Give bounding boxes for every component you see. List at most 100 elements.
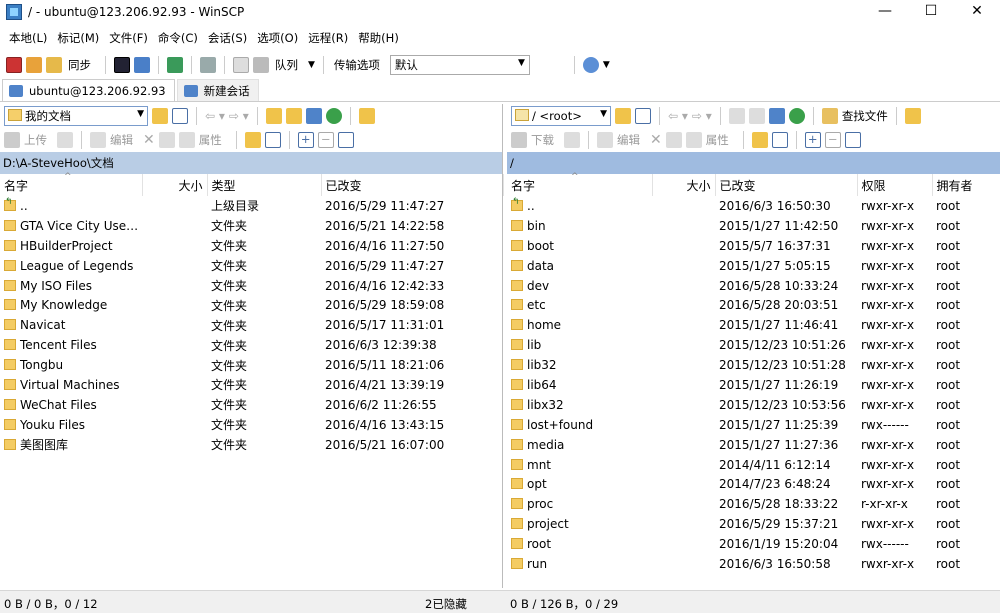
download-options-icon[interactable] [564,132,580,148]
select-minus-icon[interactable]: − [824,132,841,148]
col-size[interactable]: 大小 [652,174,716,196]
file-name-cell[interactable]: etc [507,295,652,315]
minimize-button[interactable]: — [862,0,908,24]
file-name-cell[interactable]: dev [507,276,652,296]
menu-local[interactable]: 本地(L) [4,30,52,46]
edit-button[interactable]: 编辑 [110,132,133,148]
table-row[interactable]: lib64 2015/1/27 11:26:19 rwxr-xr-x root [507,375,1000,395]
table-row[interactable]: mnt 2014/4/11 6:12:14 rwxr-xr-x root [507,455,1000,475]
upload-icon[interactable] [4,132,20,148]
close-button[interactable]: ✕ [954,0,1000,24]
properties-icon[interactable] [178,132,195,148]
file-name-cell[interactable]: root [507,534,652,554]
back-arrow-icon[interactable]: ⇦ ▾ [205,109,225,123]
file-name-cell[interactable]: Virtual Machines [0,375,142,395]
table-row[interactable]: Virtual Machines 文件夹 2016/4/21 13:39:19 [0,375,503,395]
synchronize-icon[interactable] [46,57,62,73]
file-name-cell[interactable]: .. [0,196,142,216]
select-minus-icon[interactable]: − [317,132,334,148]
table-row[interactable]: lib 2015/12/23 10:51:26 rwxr-xr-x root [507,335,1000,355]
open-folder-icon[interactable] [615,108,631,124]
delete-icon[interactable]: ✕ [143,132,155,148]
file-name-cell[interactable]: Tencent Files [0,335,142,355]
file-name-cell[interactable]: lib32 [507,355,652,375]
file-name-cell[interactable]: bin [507,216,652,236]
file-name-cell[interactable]: lib [507,335,652,355]
file-name-cell[interactable]: run [507,554,652,574]
table-row[interactable]: My Knowledge 文件夹 2016/5/29 18:59:08 [0,295,503,315]
file-name-cell[interactable]: lost+found [507,415,652,435]
file-name-cell[interactable]: home [507,315,652,335]
col-size[interactable]: 大小 [142,174,208,196]
parent-dir-icon[interactable] [728,108,745,124]
download-button[interactable]: 下载 [531,132,554,148]
table-row[interactable]: Navicat 文件夹 2016/5/17 11:31:01 [0,315,503,335]
table-row[interactable]: .. 上级目录 2016/5/29 11:47:27 [0,196,503,216]
table-row[interactable]: etc 2016/5/28 20:03:51 rwxr-xr-x root [507,295,1000,315]
home-icon[interactable] [768,108,785,124]
table-row[interactable]: Tongbu 文件夹 2016/5/11 18:21:06 [0,355,503,375]
file-name-cell[interactable]: Navicat [0,315,142,335]
local-location-select[interactable]: 我的文档 ▼ [4,106,148,126]
home-icon[interactable] [305,108,322,124]
refresh-icon[interactable] [788,108,805,124]
file-name-cell[interactable]: .. [507,196,652,216]
file-name-cell[interactable]: 美图图库 [0,435,142,455]
menu-session[interactable]: 会话(S) [203,30,252,46]
file-name-cell[interactable]: HBuilderProject [0,236,142,256]
menu-help[interactable]: 帮助(H) [353,30,404,46]
properties-button[interactable]: 属性 [199,132,222,148]
rename-icon[interactable] [665,132,682,148]
compare-dirs-icon[interactable] [6,57,22,73]
table-row[interactable]: 美图图库 文件夹 2016/5/21 16:07:00 [0,435,503,455]
table-row[interactable]: WeChat Files 文件夹 2016/6/2 11:26:55 [0,395,503,415]
table-row[interactable]: .. 2016/6/3 16:50:30 rwxr-xr-x root [507,196,1000,216]
filter-icon[interactable] [635,108,651,124]
col-changed[interactable]: 已改变 [321,174,504,196]
select-plus-icon[interactable]: + [804,132,821,148]
col-type[interactable]: 类型 [207,174,322,196]
delete-icon[interactable]: ✕ [650,132,662,148]
table-row[interactable]: My ISO Files 文件夹 2016/4/16 12:42:33 [0,276,503,296]
filter-select-icon[interactable] [337,132,354,148]
preferences-gear-icon[interactable] [200,57,216,73]
sync-browse-icon[interactable] [26,57,42,73]
terminal-icon[interactable] [114,57,130,73]
rename-icon[interactable] [158,132,175,148]
menu-remote[interactable]: 远程(R) [303,30,353,46]
table-row[interactable]: run 2016/6/3 16:50:58 rwxr-xr-x root [507,554,1000,574]
table-row[interactable]: project 2016/5/29 15:37:21 rwxr-xr-x root [507,514,1000,534]
forward-arrow-icon[interactable]: ⇨ ▾ [229,109,249,123]
queue-list-icon[interactable] [253,57,269,73]
menu-mark[interactable]: 标记(M) [52,30,104,46]
table-row[interactable]: media 2015/1/27 11:27:36 rwxr-xr-x root [507,435,1000,455]
file-name-cell[interactable]: media [507,435,652,455]
globe-icon[interactable] [582,57,599,73]
new-folder-icon[interactable] [244,132,261,148]
table-row[interactable]: libx32 2015/12/23 10:53:56 rwxr-xr-x root [507,395,1000,415]
col-name[interactable]: 名字 ^ [0,172,143,196]
menu-file[interactable]: 文件(F) [104,30,153,46]
table-row[interactable]: lost+found 2015/1/27 11:25:39 rwx------ roo… [507,415,1000,435]
file-name-cell[interactable]: WeChat Files [0,395,142,415]
download-icon[interactable] [511,132,527,148]
table-row[interactable]: boot 2015/5/7 16:37:31 rwxr-xr-x root [507,236,1000,256]
remote-location-select[interactable]: / <root> ▼ [511,106,611,126]
table-row[interactable]: root 2016/1/19 15:20:04 rwx------ root [507,534,1000,554]
edit-button[interactable]: 编辑 [617,132,640,148]
file-name-cell[interactable]: My ISO Files [0,276,142,296]
hidden-count[interactable]: 2已隐藏 [425,596,467,612]
col-rights[interactable]: 权限 [857,174,933,196]
edit-icon[interactable] [90,132,106,148]
filter-select-icon[interactable] [844,132,861,148]
table-row[interactable]: proc 2016/5/28 18:33:22 r-xr-xr-x root [507,494,1000,514]
table-row[interactable]: opt 2014/7/23 6:48:24 rwxr-xr-x root [507,474,1000,494]
find-files-button[interactable]: 查找文件 [842,108,888,124]
table-row[interactable]: lib32 2015/12/23 10:51:28 rwxr-xr-x root [507,355,1000,375]
file-name-cell[interactable]: proc [507,494,652,514]
table-row[interactable]: GTA Vice City User ... 文件夹 2016/5/21 14:22… [0,216,503,236]
file-name-cell[interactable]: My Knowledge [0,295,142,315]
table-row[interactable]: data 2015/1/27 5:05:15 rwxr-xr-x root [507,256,1000,276]
chevron-down-icon[interactable]: ▼ [603,60,610,70]
upload-options-icon[interactable] [57,132,73,148]
